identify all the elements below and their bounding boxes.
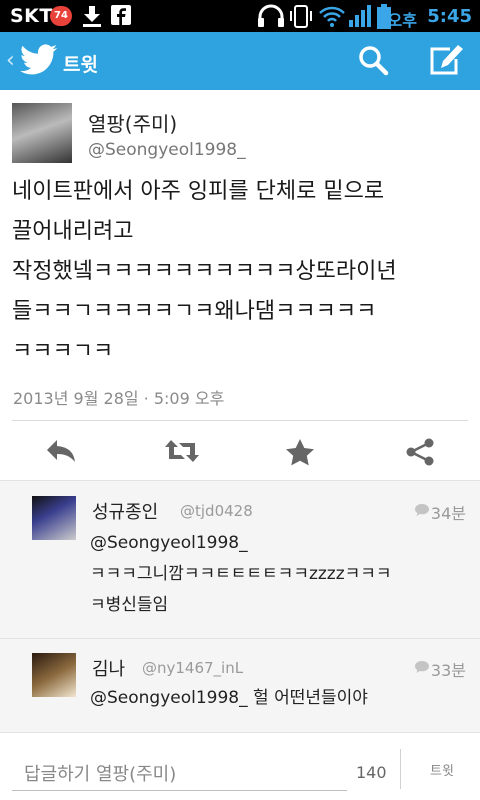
reply-author-handle[interactable]: @ny1467_inL (142, 659, 243, 677)
reply-text: @Seongyeol1998_ ㅋㅋㅋ그니깜ㅋㅋㅌㅌㅌㅌㅋㅋzzzzㅋㅋㅋ ㅋ병… (90, 528, 472, 621)
clock-time: 5:45 (427, 6, 472, 27)
headset-icon (256, 4, 286, 28)
status-bar: SKT 74 오후 5:45 (0, 0, 480, 32)
reply-author-name[interactable]: 성규종인 (92, 498, 158, 524)
reply-text-line: @Seongyeol1998_ (90, 533, 248, 553)
divider (12, 420, 468, 421)
twitter-bird-icon (20, 44, 58, 80)
divider (400, 749, 401, 789)
reply-text-line: @Seongyeol1998_ 헐 어떤년들이야 (90, 688, 368, 708)
character-count: 140 (356, 763, 387, 782)
reply-timestamp: 33분 (430, 661, 466, 680)
search-button[interactable] (354, 43, 394, 79)
tweet-timestamp: 2013년 9월 28일 · 5:09 오후 (13, 389, 225, 408)
reply-timestamp: 34분 (430, 504, 466, 523)
reply-text-line: ㅋ병신들임 (90, 595, 169, 615)
avatar[interactable] (32, 653, 76, 697)
reply-text: @Seongyeol1998_ 헐 어떤년들이야 (90, 683, 472, 714)
facebook-icon (110, 4, 134, 28)
screen-title: 트윗 (63, 54, 98, 76)
favorite-icon (286, 439, 314, 466)
vibrate-icon (288, 4, 314, 28)
carrier-label: SKT (10, 5, 53, 27)
tweet-text-line: 작정했넼ㅋㅋㅋㅋㅋㅋㅋㅋㅋㅋ상또라이년 (12, 259, 397, 284)
author-avatar[interactable] (12, 103, 72, 163)
speech-bubble-icon (414, 659, 430, 678)
back-button[interactable]: ‹ 트윗 (0, 32, 110, 90)
clock-ampm: 오후 (387, 11, 417, 30)
compose-button[interactable] (424, 43, 468, 79)
speech-bubble-icon (414, 502, 430, 521)
retweet-icon (165, 440, 199, 462)
tweet-text-line: 네이트판에서 아주 잉피를 단체로 밑으로 (12, 179, 385, 204)
app-top-bar: ‹ 트윗 (0, 32, 480, 90)
reply-compose-bar: 답글하기 열팡(주미) 140 트윗 (0, 732, 480, 800)
signal-icon (348, 4, 374, 28)
reply-text-line: ㅋㅋㅋ그니깜ㅋㅋㅌㅌㅌㅌㅋㅋzzzzㅋㅋㅋ (90, 564, 392, 584)
compose-icon (430, 45, 463, 75)
reply-icon (47, 440, 75, 462)
favorite-button[interactable] (270, 430, 330, 474)
tweet-send-button[interactable]: 트윗 (414, 757, 470, 787)
reply-item[interactable]: 성규종인 @tjd0428 34분 @Seongyeol1998_ ㅋㅋㅋ그니깜… (0, 480, 480, 638)
reply-author-name[interactable]: 김나 (92, 655, 125, 681)
tweet-text: 네이트판에서 아주 잉피를 단체로 밑으로 끌어내리려고 작정했넼ㅋㅋㅋㅋㅋㅋㅋ… (12, 172, 472, 372)
author-name[interactable]: 열팡(주미) (88, 108, 177, 137)
reply-item[interactable]: 김나 @ny1467_inL 33분 @Seongyeol1998_ 헐 어떤년… (0, 639, 480, 731)
tweet-text-line: 들ㅋㅋㄱㅋㅋㅋㅋㄱㅋ왜나댐ㅋㅋㅋㅋㅋ (12, 299, 377, 324)
author-handle[interactable]: @Seongyeol1998_ (88, 140, 246, 160)
reply-input[interactable]: 답글하기 열팡(주미) (12, 747, 347, 791)
download-icon (80, 4, 104, 28)
share-button[interactable] (390, 430, 450, 474)
share-icon (406, 438, 434, 466)
notification-badge: 74 (50, 6, 72, 26)
tweet-text-line: ㅋㅋㅋㄱㅋ (12, 339, 114, 364)
wifi-icon (318, 4, 346, 28)
reply-button[interactable] (30, 430, 90, 474)
tweet-text-line: 끌어내리려고 (12, 219, 134, 244)
reply-author-handle[interactable]: @tjd0428 (180, 502, 253, 520)
avatar[interactable] (32, 496, 76, 540)
retweet-button[interactable] (150, 430, 210, 474)
search-icon (359, 46, 389, 76)
back-chevron-icon: ‹ (6, 48, 15, 73)
